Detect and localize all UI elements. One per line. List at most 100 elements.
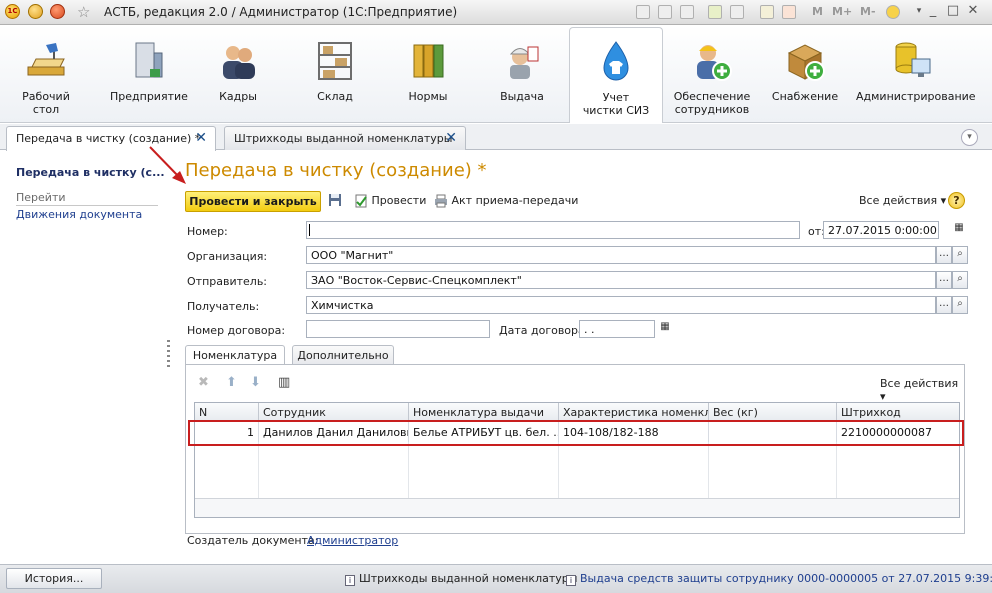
post-document-icon bbox=[355, 194, 367, 208]
section-issue[interactable]: Выдача bbox=[484, 27, 560, 121]
section-employee-supply[interactable]: Обеспечение сотрудников bbox=[673, 27, 751, 121]
nav-current-document[interactable]: Передача в чистку (с... bbox=[16, 166, 165, 179]
memory-m-button[interactable]: M bbox=[812, 5, 823, 18]
tabs-menu-chevron-icon[interactable]: ▾ bbox=[961, 129, 978, 146]
tab-barcodes[interactable]: Штрихкоды выданной номенклатуры ✕ bbox=[224, 126, 466, 150]
receiver-select-button[interactable]: … bbox=[936, 296, 952, 314]
tab-label: Штрихкоды выданной номенклатуры bbox=[234, 132, 453, 145]
info-icon: i bbox=[345, 575, 355, 586]
receiver-field[interactable]: Химчистка bbox=[306, 296, 936, 314]
app-menu-icon[interactable] bbox=[50, 4, 65, 19]
document-form: Передача в чистку (создание) * Провести … bbox=[172, 151, 984, 564]
sender-open-icon[interactable]: ⌕ bbox=[952, 271, 968, 289]
calculator-icon[interactable] bbox=[760, 5, 774, 19]
section-norms[interactable]: Нормы bbox=[390, 27, 466, 121]
printer-icon bbox=[435, 194, 447, 208]
status-link-barcodes[interactable]: i Штрихкоды выданной номенклатуры bbox=[345, 572, 577, 586]
post-button[interactable]: Провести bbox=[354, 194, 426, 208]
act-transfer-button[interactable]: Акт приема-передачи bbox=[434, 194, 578, 208]
help-icon[interactable]: ? bbox=[948, 192, 965, 209]
app-logo-icon[interactable]: 1С bbox=[5, 4, 20, 19]
nav-document-movements-link[interactable]: Движения документа bbox=[16, 208, 142, 221]
text-cursor bbox=[309, 224, 310, 236]
table-all-actions-menu[interactable]: Все действия ▾ bbox=[880, 377, 964, 403]
sender-label: Отправитель: bbox=[187, 275, 268, 288]
section-personnel[interactable]: Кадры bbox=[200, 27, 276, 121]
section-label: Снабжение bbox=[771, 90, 839, 103]
section-label: Предприятие bbox=[110, 90, 188, 103]
dropdown-icon[interactable]: ▾ bbox=[912, 4, 926, 18]
section-enterprise[interactable]: Предприятие bbox=[110, 27, 188, 121]
info-icon[interactable] bbox=[886, 5, 900, 19]
contract-calendar-icon[interactable]: ▦ bbox=[657, 320, 673, 338]
post-and-close-button[interactable]: Провести и закрыть bbox=[185, 191, 321, 212]
section-administration[interactable]: Администрирование bbox=[856, 27, 976, 121]
section-label: Рабочий стол bbox=[22, 90, 70, 116]
column-header-characteristic[interactable]: Характеристика номенкл... bbox=[559, 403, 709, 421]
row-highlight-annotation bbox=[188, 420, 964, 446]
number-field[interactable] bbox=[306, 221, 800, 239]
sender-select-button[interactable]: … bbox=[936, 271, 952, 289]
receiver-open-icon[interactable]: ⌕ bbox=[952, 296, 968, 314]
table-toolbar: ✖ ⬆ ⬇ ▥ Все действия ▾ bbox=[186, 365, 964, 403]
sections-panel: Рабочий стол Предприятие Кадры Склад Нор… bbox=[0, 25, 992, 123]
organization-field[interactable]: ООО "Магнит" bbox=[306, 246, 936, 264]
tab-additional[interactable]: Дополнительно bbox=[292, 345, 394, 365]
memory-plus-button[interactable]: M+ bbox=[832, 5, 852, 18]
move-down-icon[interactable]: ⬇ bbox=[250, 375, 261, 390]
status-link-issue[interactable]: i Выдача средств защиты сотруднику 0000-0… bbox=[566, 572, 992, 586]
info-icon: i bbox=[566, 575, 576, 586]
all-actions-menu[interactable]: Все действия ▾ bbox=[859, 194, 946, 207]
status-link-label: Штрихкоды выданной номенклатуры bbox=[359, 572, 578, 585]
section-ppe-cleaning[interactable]: Учет чистки СИЗ bbox=[569, 27, 663, 123]
preview-icon[interactable] bbox=[680, 5, 694, 19]
sender-field[interactable]: ЗАО "Восток-Сервис-Спецкомплект" bbox=[306, 271, 936, 289]
organization-open-icon[interactable]: ⌕ bbox=[952, 246, 968, 264]
column-header-employee[interactable]: Сотрудник bbox=[259, 403, 409, 421]
section-warehouse[interactable]: Склад bbox=[297, 27, 373, 121]
organization-label: Организация: bbox=[187, 250, 268, 263]
organization-select-button[interactable]: … bbox=[936, 246, 952, 264]
main-menu-button[interactable] bbox=[28, 4, 43, 19]
tab-cleaning-transfer[interactable]: Передача в чистку (создание) * ✕ bbox=[6, 126, 216, 151]
maximize-button[interactable]: □ bbox=[946, 4, 960, 18]
save-icon[interactable] bbox=[636, 5, 650, 19]
database-computer-icon bbox=[895, 42, 931, 77]
open-windows-tabs: Передача в чистку (создание) * ✕ Штрихко… bbox=[0, 124, 992, 151]
move-up-icon[interactable]: ⬆ bbox=[226, 375, 237, 390]
section-label: Администрирование bbox=[856, 90, 976, 103]
save-button[interactable] bbox=[328, 193, 342, 207]
box-add-icon bbox=[787, 44, 825, 81]
section-procurement[interactable]: Снабжение bbox=[766, 27, 844, 121]
close-tab-icon[interactable]: ✕ bbox=[195, 130, 207, 146]
column-header-item[interactable]: Номенклатура выдачи bbox=[409, 403, 559, 421]
contract-date-field[interactable]: . . bbox=[579, 320, 655, 338]
creator-link[interactable]: Администратор bbox=[307, 534, 398, 547]
favorite-add-icon[interactable] bbox=[708, 5, 722, 19]
column-header-weight[interactable]: Вес (кг) bbox=[709, 403, 837, 421]
close-tab-icon[interactable]: ✕ bbox=[445, 130, 457, 146]
column-header-barcode[interactable]: Штрихкод bbox=[837, 403, 959, 421]
tab-label: Передача в чистку (создание) * bbox=[16, 132, 201, 145]
calendar-icon[interactable] bbox=[782, 5, 796, 19]
date-field[interactable]: 27.07.2015 0:00:00 bbox=[823, 221, 939, 239]
favorites-star-icon[interactable]: ☆ bbox=[77, 3, 90, 21]
print-icon[interactable] bbox=[658, 5, 672, 19]
history-button[interactable]: История... bbox=[6, 568, 102, 589]
history-icon[interactable] bbox=[730, 5, 744, 19]
person-add-icon bbox=[697, 45, 732, 81]
section-label: Склад bbox=[317, 90, 353, 103]
delete-row-icon[interactable]: ✖ bbox=[198, 375, 209, 390]
barcode-scan-icon[interactable]: ▥ bbox=[278, 375, 290, 390]
column-header-n[interactable]: N bbox=[195, 403, 259, 421]
calendar-picker-icon[interactable]: ▦ bbox=[951, 221, 967, 239]
tab-nomenclature[interactable]: Номенклатура bbox=[185, 345, 285, 366]
contract-number-field[interactable] bbox=[306, 320, 490, 338]
minimize-button[interactable]: _ bbox=[926, 4, 940, 18]
section-desktop[interactable]: Рабочий стол bbox=[8, 27, 84, 121]
close-window-button[interactable]: ✕ bbox=[966, 4, 980, 18]
panel-splitter[interactable] bbox=[167, 340, 170, 368]
window-title: АСТБ, редакция 2.0 / Администратор (1С:П… bbox=[104, 5, 458, 19]
memory-minus-button[interactable]: M- bbox=[860, 5, 876, 18]
section-label: Учет чистки СИЗ bbox=[582, 91, 650, 117]
